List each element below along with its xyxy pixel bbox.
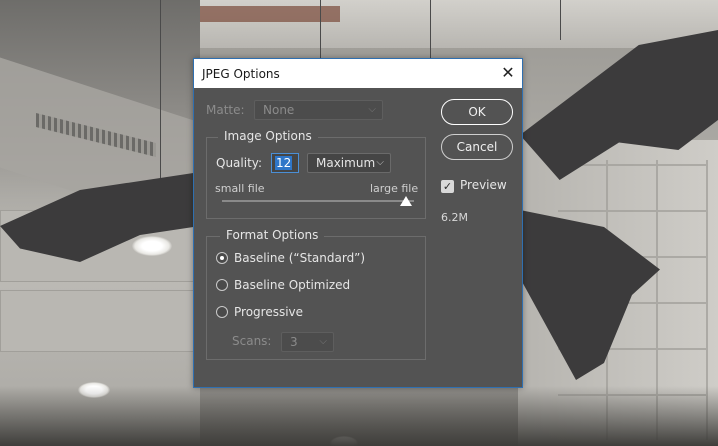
chevron-down-icon: ⌵ [376, 157, 384, 168]
quality-preset-value: Maximum [316, 156, 376, 170]
chevron-down-icon: ⌵ [319, 336, 327, 347]
close-icon[interactable]: ✕ [500, 65, 516, 81]
quality-slider-thumb[interactable] [400, 196, 412, 206]
scans-select[interactable]: 3 ⌵ [281, 332, 334, 352]
scans-value: 3 [290, 335, 298, 349]
slider-min-label: small file [215, 182, 265, 195]
matte-select[interactable]: None ⌵ [254, 100, 383, 120]
background-bottom [0, 386, 718, 446]
radio-label-baseline-standard: Baseline (“Standard”) [234, 251, 366, 265]
file-size-readout: 6.2M [441, 211, 468, 224]
quality-preset-select[interactable]: Maximum ⌵ [307, 153, 391, 173]
radio-baseline-optimized[interactable] [216, 279, 228, 291]
ok-button[interactable]: OK [441, 99, 513, 125]
hanging-wire [160, 0, 161, 190]
format-options-title: Format Options [220, 228, 325, 242]
jpeg-options-dialog: JPEG Options ✕ Matte: None ⌵ Image Optio… [193, 58, 523, 388]
quality-value: 12 [275, 156, 293, 170]
scans-label: Scans: [232, 334, 272, 348]
hanging-wire [560, 0, 561, 40]
preview-checkbox[interactable]: ✓ [441, 180, 454, 193]
quality-label: Quality: [216, 156, 263, 170]
quality-slider-track[interactable] [222, 200, 414, 202]
ceiling-tile [0, 290, 202, 352]
quality-input[interactable]: 12 [271, 153, 299, 173]
slider-max-label: large file [370, 182, 419, 195]
hanging-wire [430, 0, 431, 60]
radio-baseline-standard[interactable] [216, 252, 228, 264]
radio-label-baseline-optimized: Baseline Optimized [234, 278, 351, 292]
dialog-title: JPEG Options [202, 66, 280, 81]
matte-label: Matte: [206, 103, 245, 117]
image-options-group [206, 137, 426, 219]
radio-progressive[interactable] [216, 306, 228, 318]
matte-value: None [263, 103, 295, 117]
cancel-button[interactable]: Cancel [441, 134, 513, 160]
radio-label-progressive: Progressive [234, 305, 304, 319]
image-options-title: Image Options [218, 129, 318, 143]
ceiling-lamp [132, 236, 172, 256]
dialog-titlebar[interactable]: JPEG Options ✕ [194, 59, 522, 88]
chevron-down-icon: ⌵ [368, 104, 376, 115]
preview-label: Preview [460, 178, 507, 192]
